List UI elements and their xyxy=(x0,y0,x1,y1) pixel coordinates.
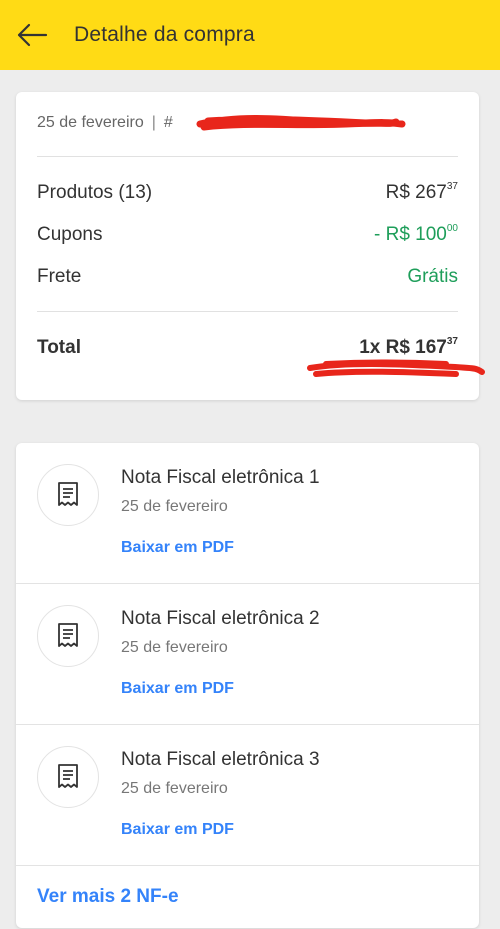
products-label: Produtos (13) xyxy=(37,182,153,203)
divider xyxy=(37,311,458,312)
receipt-icon xyxy=(58,764,78,788)
invoice-icon-circle xyxy=(37,464,99,526)
purchase-summary-card: 25 de fevereiro | # Produtos (13) R$ 26737… xyxy=(16,92,485,400)
order-number: # xyxy=(163,114,173,131)
invoice-date: 25 de fevereiro xyxy=(121,498,228,515)
receipt-icon xyxy=(58,482,78,506)
coupons-amount: - R$ 10000 xyxy=(374,222,458,245)
app-bar: Detalhe da compra xyxy=(0,0,500,70)
shipping-value: Grátis xyxy=(407,266,458,287)
total-label: Total xyxy=(37,337,81,358)
redaction-scribble xyxy=(196,115,406,131)
coupons-row: Cupons - R$ 10000 xyxy=(37,222,458,246)
arrow-left-icon xyxy=(17,23,48,47)
divider xyxy=(37,156,458,157)
page-title: Detalhe da compra xyxy=(74,23,255,46)
invoice-title: Nota Fiscal eletrônica 1 xyxy=(121,467,320,488)
invoice-icon-circle xyxy=(37,605,99,667)
shipping-row: Frete Grátis xyxy=(37,266,458,288)
meta-separator: | xyxy=(151,114,156,131)
products-amount: R$ 26737 xyxy=(385,180,458,203)
redaction-scribble xyxy=(307,359,485,377)
invoice-date: 25 de fevereiro xyxy=(121,780,228,797)
see-more-invoices-link[interactable]: Ver mais 2 NF-e xyxy=(37,886,179,908)
receipt-icon xyxy=(58,623,78,647)
invoice-icon-circle xyxy=(37,746,99,808)
invoice-title: Nota Fiscal eletrônica 2 xyxy=(121,608,320,629)
order-meta: 25 de fevereiro | # xyxy=(37,114,173,132)
download-pdf-link[interactable]: Baixar em PDF xyxy=(121,539,234,557)
back-button[interactable] xyxy=(2,0,62,70)
divider xyxy=(16,865,479,866)
invoice-list-card: Nota Fiscal eletrônica 1 25 de fevereiro… xyxy=(16,443,479,928)
invoice-item: Nota Fiscal eletrônica 1 25 de fevereiro… xyxy=(16,443,479,584)
download-pdf-link[interactable]: Baixar em PDF xyxy=(121,680,234,698)
invoice-item: Nota Fiscal eletrônica 2 25 de fevereiro… xyxy=(16,584,479,725)
products-row: Produtos (13) R$ 26737 xyxy=(37,180,458,204)
order-date: 25 de fevereiro xyxy=(37,114,144,131)
invoice-item: Nota Fiscal eletrônica 3 25 de fevereiro… xyxy=(16,725,479,866)
coupons-label: Cupons xyxy=(37,224,103,245)
invoice-title: Nota Fiscal eletrônica 3 xyxy=(121,749,320,770)
invoice-date: 25 de fevereiro xyxy=(121,639,228,656)
download-pdf-link[interactable]: Baixar em PDF xyxy=(121,821,234,839)
shipping-label: Frete xyxy=(37,266,82,287)
